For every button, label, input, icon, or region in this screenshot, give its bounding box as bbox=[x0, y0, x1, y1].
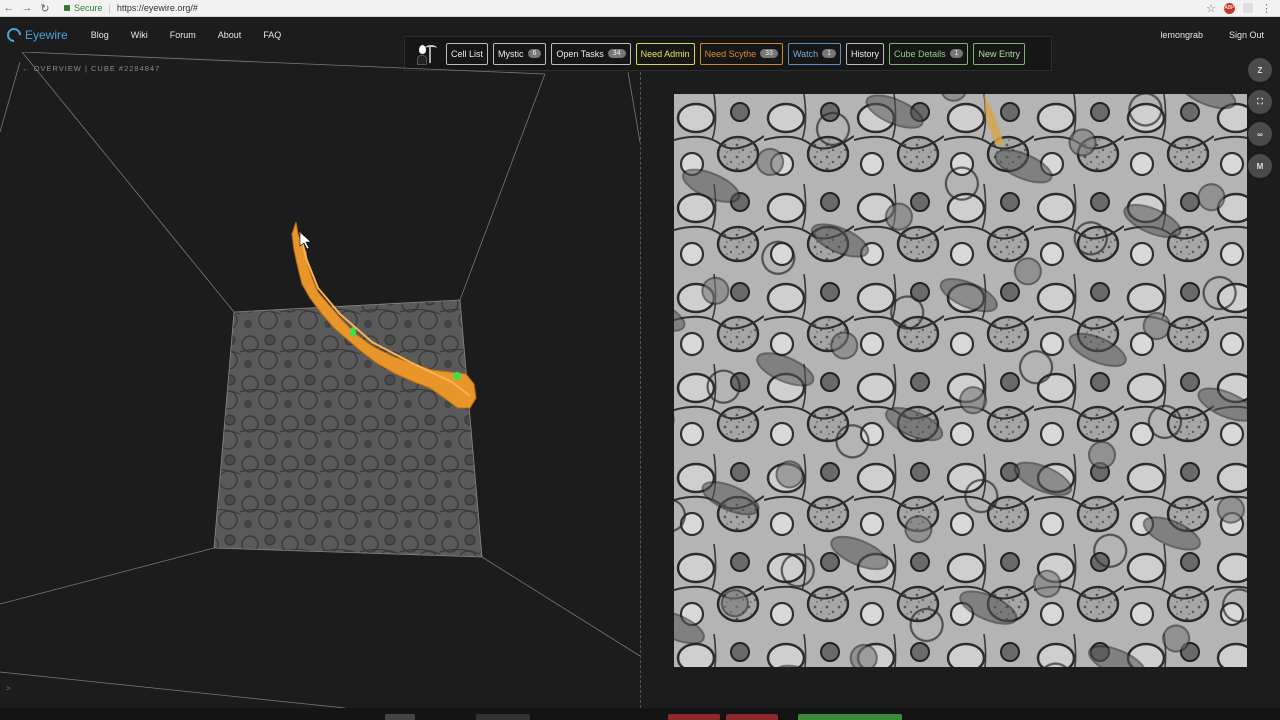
zoom-button[interactable]: Z bbox=[1248, 58, 1272, 82]
cube-details-count-badge: 1 bbox=[949, 49, 964, 58]
browser-toolbar: ← → ↻ Secure | https://eyewire.org/# ☆ A… bbox=[0, 0, 1280, 17]
extension-icon[interactable] bbox=[1243, 3, 1253, 13]
nav-about[interactable]: About bbox=[207, 30, 253, 40]
binoculars-icon[interactable]: ∞ bbox=[1248, 122, 1272, 146]
bookmark-star-icon[interactable]: ☆ bbox=[1206, 2, 1216, 15]
eyewire-logo[interactable]: Eyewire bbox=[4, 25, 68, 45]
back-icon[interactable]: ← bbox=[0, 2, 18, 14]
cube-details-label: Cube Details bbox=[894, 48, 946, 59]
lock-icon bbox=[64, 5, 70, 11]
sign-out-link[interactable]: Sign Out bbox=[1229, 30, 1264, 40]
eyewire-logo-icon bbox=[4, 25, 24, 45]
new-entry-button[interactable]: New Entry bbox=[973, 42, 1025, 65]
browser-menu-icon[interactable]: ⋮ bbox=[1261, 2, 1272, 15]
adblock-icon[interactable]: ABP bbox=[1224, 2, 1235, 14]
chat-input[interactable]: > bbox=[6, 684, 11, 693]
bottom-bar bbox=[0, 708, 1280, 720]
new-entry-label: New Entry bbox=[978, 48, 1020, 59]
nav-blog[interactable]: Blog bbox=[80, 30, 120, 40]
bottom-action-button[interactable] bbox=[726, 714, 778, 720]
seed-marker bbox=[453, 372, 461, 380]
map-button[interactable]: M bbox=[1248, 154, 1272, 178]
watch-button[interactable]: Watch 1 bbox=[787, 42, 842, 65]
fullscreen-icon[interactable]: ⛶ bbox=[1248, 90, 1272, 114]
cube-details-button[interactable]: Cube Details 1 bbox=[889, 42, 969, 65]
em-slice-view[interactable] bbox=[674, 94, 1247, 667]
address-bar[interactable]: https://eyewire.org/# bbox=[117, 3, 198, 13]
watch-label: Watch bbox=[792, 48, 819, 59]
history-label: History bbox=[851, 48, 880, 59]
nav-wiki[interactable]: Wiki bbox=[120, 30, 159, 40]
forward-icon[interactable]: → bbox=[18, 2, 36, 14]
secure-indicator[interactable]: Secure bbox=[64, 3, 103, 13]
chat-tab-button[interactable] bbox=[385, 714, 415, 720]
submit-button[interactable] bbox=[798, 714, 902, 720]
need-admin-button[interactable]: Need Admin bbox=[635, 42, 695, 65]
overview-3d-view[interactable] bbox=[0, 52, 640, 708]
bottom-action-button[interactable] bbox=[668, 714, 720, 720]
history-button[interactable]: History bbox=[846, 42, 885, 65]
need-scythe-button[interactable]: Need Scythe 33 bbox=[699, 42, 783, 65]
nav-forum[interactable]: Forum bbox=[159, 30, 207, 40]
secure-label: Secure bbox=[74, 3, 103, 13]
username-link[interactable]: lemongrab bbox=[1160, 30, 1203, 40]
brand-name: Eyewire bbox=[25, 28, 68, 42]
url-separator: | bbox=[108, 3, 111, 13]
panel-divider bbox=[640, 72, 641, 708]
seed-marker bbox=[350, 327, 356, 337]
bottom-tab-button[interactable] bbox=[476, 714, 530, 720]
need-scythe-count-badge: 33 bbox=[760, 49, 778, 58]
need-admin-label: Need Admin bbox=[640, 48, 690, 59]
reload-icon[interactable]: ↻ bbox=[36, 2, 54, 15]
nav-faq[interactable]: FAQ bbox=[252, 30, 292, 40]
need-scythe-label: Need Scythe bbox=[704, 48, 757, 59]
watch-count-badge: 1 bbox=[822, 49, 837, 58]
view-controls: Z ⛶ ∞ M bbox=[1248, 58, 1272, 178]
